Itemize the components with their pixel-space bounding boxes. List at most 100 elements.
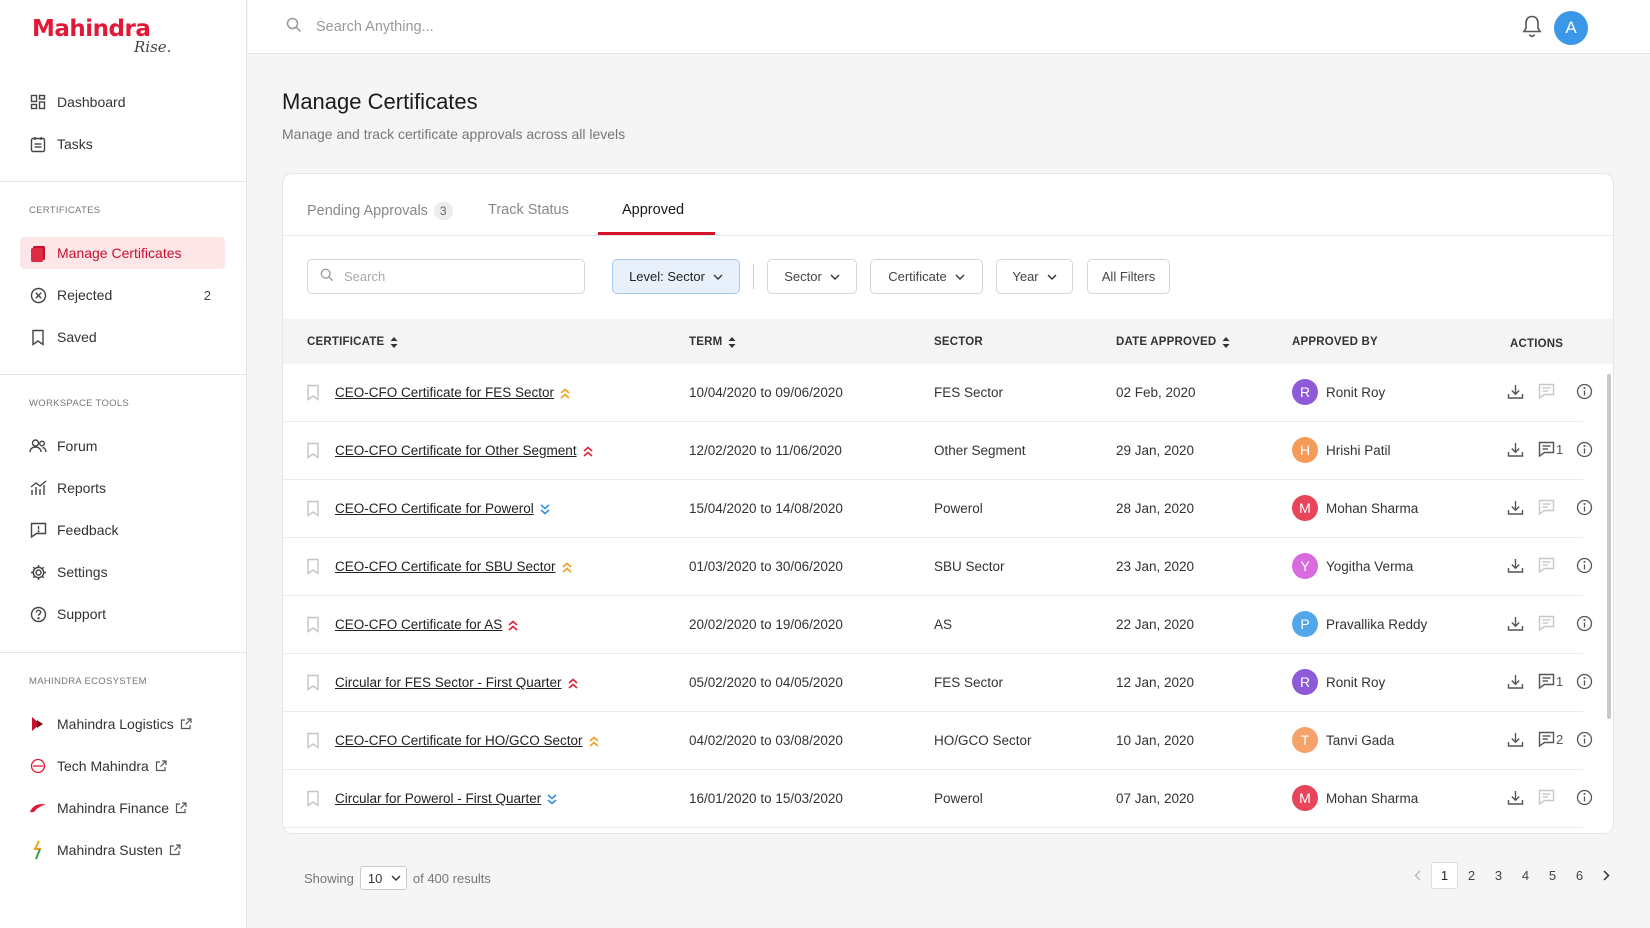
mahindra-logo[interactable]: Mahindra Rise. (32, 16, 171, 56)
certificate-link[interactable]: CEO-CFO Certificate for FES Sector (335, 385, 554, 400)
sidebar-item-tasks[interactable]: Tasks (20, 128, 225, 160)
info-icon[interactable] (1576, 557, 1593, 574)
page-button-2[interactable]: 2 (1458, 862, 1485, 889)
download-icon[interactable] (1507, 615, 1524, 632)
page-button-3[interactable]: 3 (1485, 862, 1512, 889)
sidebar-item-feedback[interactable]: Feedback (20, 514, 225, 546)
certificate-link[interactable]: CEO-CFO Certificate for HO/GCO Sector (335, 733, 583, 748)
page-button-1[interactable]: 1 (1431, 862, 1458, 889)
prev-page-button[interactable] (1404, 862, 1431, 889)
download-icon[interactable] (1507, 557, 1524, 574)
certificate-link[interactable]: CEO-CFO Certificate for AS (335, 617, 502, 632)
comment-button[interactable]: 1 (1538, 673, 1563, 689)
comment-icon (1538, 673, 1555, 689)
logistics-logo-icon (29, 715, 47, 733)
sidebar-item-mahindra-susten[interactable]: Mahindra Susten (20, 834, 225, 866)
bookmark-toggle-icon[interactable] (306, 442, 320, 464)
info-icon[interactable] (1576, 789, 1593, 806)
page-button-4[interactable]: 4 (1512, 862, 1539, 889)
term-cell: 16/01/2020 to 15/03/2020 (689, 791, 843, 806)
chevron-down-icon (713, 274, 723, 280)
info-icon[interactable] (1576, 673, 1593, 690)
tab-approved[interactable]: Approved (622, 202, 684, 218)
info-icon[interactable] (1576, 615, 1593, 632)
sidebar-item-dashboard[interactable]: Dashboard (20, 86, 225, 118)
approver-name: Mohan Sharma (1326, 790, 1419, 806)
bookmark-toggle-icon[interactable] (306, 558, 320, 580)
comment-button[interactable] (1538, 383, 1556, 399)
user-avatar[interactable]: A (1554, 11, 1588, 45)
pending-count-badge: 3 (433, 202, 453, 220)
comment-button[interactable] (1538, 615, 1556, 631)
download-icon[interactable] (1507, 673, 1524, 690)
level-filter-label: Level: Sector (629, 269, 705, 284)
global-search-input[interactable]: Search Anything... (286, 17, 434, 37)
sector-cell: AS (934, 617, 953, 632)
certificate-link[interactable]: Circular for Powerol - First Quarter (335, 791, 541, 806)
certificate-filter-dropdown[interactable]: Certificate (870, 259, 983, 294)
bookmark-toggle-icon[interactable] (306, 790, 320, 812)
sidebar-item-rejected[interactable]: Rejected 2 (20, 279, 225, 311)
bookmark-toggle-icon[interactable] (306, 384, 320, 406)
sidebar-item-saved[interactable]: Saved (20, 321, 225, 353)
notification-bell-icon[interactable] (1521, 14, 1543, 43)
sidebar-item-reports[interactable]: Reports (20, 472, 225, 504)
download-icon[interactable] (1507, 441, 1524, 458)
page-size-select[interactable]: 10 (359, 866, 407, 890)
bookmark-toggle-icon[interactable] (306, 674, 320, 696)
page-button-5[interactable]: 5 (1539, 862, 1566, 889)
download-icon[interactable] (1507, 383, 1524, 400)
tab-track-status[interactable]: Track Status (488, 202, 569, 218)
sector-filter-dropdown[interactable]: Sector (767, 259, 857, 294)
sidebar-item-support[interactable]: Support (20, 598, 225, 630)
table-row: CEO-CFO Certificate for AS 20/02/2020 to … (283, 596, 1593, 654)
table-row: CEO-CFO Certificate for Other Segment 12/… (283, 422, 1593, 480)
column-header-date-approved[interactable]: DATE APPROVED (1116, 336, 1230, 348)
header-label: APPROVED BY (1292, 336, 1378, 348)
certificate-link[interactable]: Circular for FES Sector - First Quarter (335, 675, 562, 690)
info-icon[interactable] (1576, 731, 1593, 748)
comment-button[interactable]: 2 (1538, 731, 1563, 747)
level-filter-dropdown[interactable]: Level: Sector (612, 259, 740, 294)
year-filter-dropdown[interactable]: Year (996, 259, 1073, 294)
filter-divider (753, 264, 754, 289)
sidebar-item-mahindra-finance[interactable]: Mahindra Finance (20, 792, 225, 824)
priority-low-icon (540, 504, 550, 515)
certificate-link[interactable]: CEO-CFO Certificate for SBU Sector (335, 559, 556, 574)
next-page-button[interactable] (1593, 862, 1620, 889)
sidebar-item-tech-mahindra[interactable]: Tech Mahindra (20, 750, 225, 782)
column-header-certificate[interactable]: CERTIFICATE (307, 336, 398, 348)
page-button-6[interactable]: 6 (1566, 862, 1593, 889)
table-scrollbar[interactable] (1607, 374, 1611, 719)
download-icon[interactable] (1507, 499, 1524, 516)
comment-button[interactable] (1538, 789, 1556, 805)
sidebar-item-settings[interactable]: Settings (20, 556, 225, 588)
comment-button[interactable] (1538, 557, 1556, 573)
bookmark-toggle-icon[interactable] (306, 732, 320, 754)
download-icon[interactable] (1507, 731, 1524, 748)
info-icon[interactable] (1576, 441, 1593, 458)
table-search-input[interactable]: Search (307, 259, 585, 294)
info-icon[interactable] (1576, 383, 1593, 400)
tab-pending-approvals[interactable]: Pending Approvals 3 (307, 202, 453, 220)
info-icon[interactable] (1576, 499, 1593, 516)
certificate-link[interactable]: CEO-CFO Certificate for Powerol (335, 501, 534, 516)
bookmark-toggle-icon[interactable] (306, 500, 320, 522)
column-header-term[interactable]: TERM (689, 336, 736, 348)
sidebar-item-mahindra-logistics[interactable]: Mahindra Logistics (20, 708, 225, 740)
approver-avatar: M (1292, 495, 1318, 521)
comment-button[interactable]: 1 (1538, 441, 1563, 457)
gear-icon (29, 563, 47, 581)
rejected-count: 2 (203, 287, 211, 303)
bookmark-toggle-icon[interactable] (306, 616, 320, 638)
comment-button[interactable] (1538, 499, 1556, 515)
results-summary: Showing 10 of 400 results (304, 866, 491, 890)
sidebar-item-label: Mahindra Susten (57, 842, 163, 858)
sidebar-item-forum[interactable]: Forum (20, 430, 225, 462)
download-icon[interactable] (1507, 789, 1524, 806)
sidebar-item-manage-certificates[interactable]: Manage Certificates (20, 237, 225, 269)
tasks-icon (29, 135, 47, 153)
certificate-link[interactable]: CEO-CFO Certificate for Other Segment (335, 443, 577, 458)
approver-name: Ronit Roy (1326, 384, 1386, 400)
all-filters-button[interactable]: All Filters (1087, 259, 1170, 294)
